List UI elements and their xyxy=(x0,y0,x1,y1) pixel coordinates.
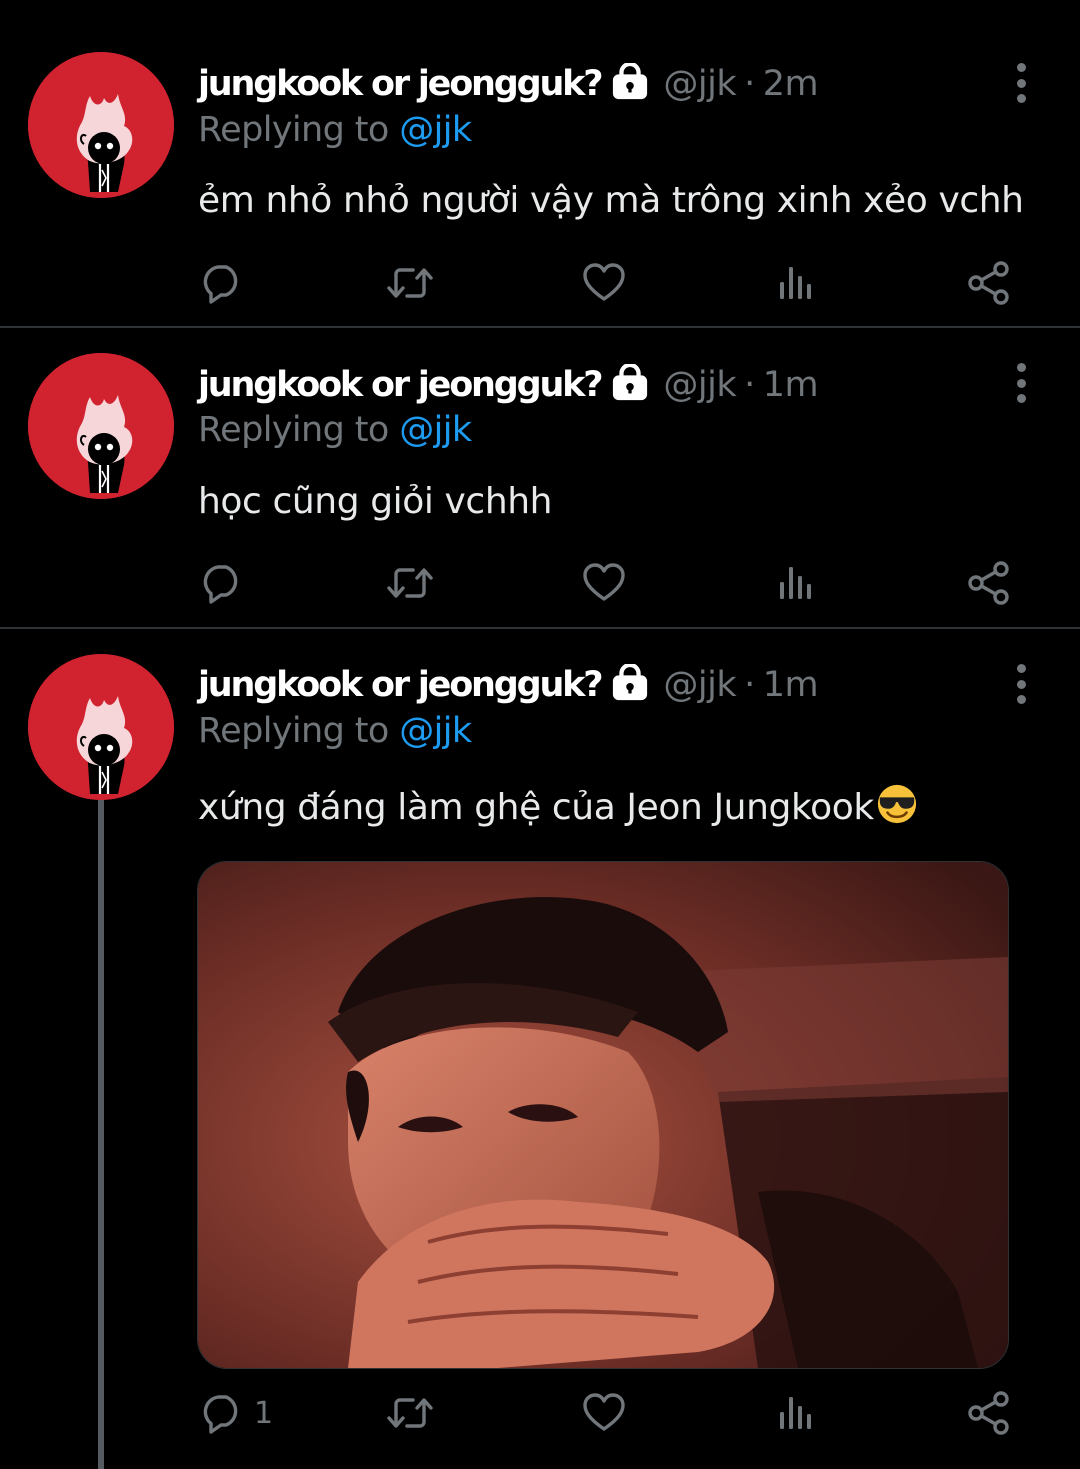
heart-icon xyxy=(582,261,626,305)
share-icon xyxy=(966,560,1012,606)
heart-icon xyxy=(582,561,626,605)
reply-count: 1 xyxy=(254,1395,274,1431)
more-options-icon[interactable] xyxy=(1006,363,1036,403)
action-bar: 1 xyxy=(198,1390,1018,1436)
author-name[interactable]: jungkook or jeongguk? xyxy=(198,365,604,405)
replying-prefix: Replying to xyxy=(198,110,400,150)
views-button[interactable] xyxy=(774,1390,818,1436)
avatar[interactable] xyxy=(28,654,174,800)
lock-icon xyxy=(611,63,649,106)
views-chart-icon xyxy=(774,561,818,605)
reply-button[interactable] xyxy=(200,260,254,306)
action-bar xyxy=(198,560,1018,606)
like-button[interactable] xyxy=(582,560,626,606)
tweet-1[interactable]: jungkook or jeongguk? @jjk · 2m Replying… xyxy=(0,0,1080,328)
tweet-text: xứng đáng làm ghệ của Jeon Jungkook xyxy=(198,783,918,834)
reply-icon xyxy=(200,1391,244,1435)
share-icon xyxy=(966,260,1012,306)
tweet-text-body: xứng đáng làm ghệ của Jeon Jungkook xyxy=(198,787,874,828)
avatar[interactable] xyxy=(28,353,174,499)
replying-to: Replying to @jjk xyxy=(198,410,472,450)
tweet-header: jungkook or jeongguk? @jjk · 1m xyxy=(198,361,819,409)
replying-prefix: Replying to xyxy=(198,410,400,450)
reply-icon xyxy=(200,261,244,305)
views-button[interactable] xyxy=(774,560,818,606)
photo xyxy=(198,862,1008,1368)
share-icon xyxy=(966,1390,1012,1436)
tweet-media-image[interactable] xyxy=(197,861,1009,1369)
author-handle[interactable]: @jjk xyxy=(663,665,736,705)
separator: · xyxy=(744,365,755,405)
timestamp[interactable]: 2m xyxy=(763,64,819,104)
share-button[interactable] xyxy=(966,260,1012,306)
author-name[interactable]: jungkook or jeongguk? xyxy=(198,665,604,705)
retweet-icon xyxy=(386,561,434,605)
lock-icon xyxy=(611,664,649,707)
tweet-header: jungkook or jeongguk? @jjk · 2m xyxy=(198,60,819,108)
reply-button[interactable]: 1 xyxy=(200,1390,273,1436)
mention-link[interactable]: @jjk xyxy=(399,711,472,751)
retweet-button[interactable] xyxy=(386,260,434,306)
timestamp[interactable]: 1m xyxy=(763,665,819,705)
replying-to: Replying to @jjk xyxy=(198,711,472,751)
like-button[interactable] xyxy=(582,1390,626,1436)
tweet-header: jungkook or jeongguk? @jjk · 1m xyxy=(198,661,819,709)
separator: · xyxy=(744,64,755,104)
views-chart-icon xyxy=(774,261,818,305)
tweet-text: ẻm nhỏ nhỏ người vậy mà trông xinh xẻo v… xyxy=(198,180,1024,221)
mention-link[interactable]: @jjk xyxy=(399,410,472,450)
like-button[interactable] xyxy=(582,260,626,306)
action-bar xyxy=(198,260,1018,306)
sunglasses-emoji-icon xyxy=(876,783,918,834)
replying-prefix: Replying to xyxy=(198,711,400,751)
more-options-icon[interactable] xyxy=(1006,63,1036,103)
more-options-icon[interactable] xyxy=(1006,664,1036,704)
views-button[interactable] xyxy=(774,260,818,306)
author-handle[interactable]: @jjk xyxy=(663,64,736,104)
author-name[interactable]: jungkook or jeongguk? xyxy=(198,64,604,104)
share-button[interactable] xyxy=(966,560,1012,606)
share-button[interactable] xyxy=(966,1390,1012,1436)
separator: · xyxy=(744,665,755,705)
retweet-icon xyxy=(386,261,434,305)
lock-icon xyxy=(611,364,649,407)
thread-line xyxy=(98,789,104,1469)
author-handle[interactable]: @jjk xyxy=(663,365,736,405)
retweet-button[interactable] xyxy=(386,1390,434,1436)
heart-icon xyxy=(582,1391,626,1435)
reply-button[interactable] xyxy=(200,560,254,606)
views-chart-icon xyxy=(774,1391,818,1435)
replying-to: Replying to @jjk xyxy=(198,110,472,150)
reply-icon xyxy=(200,561,244,605)
retweet-button[interactable] xyxy=(386,560,434,606)
tweet-2[interactable]: jungkook or jeongguk? @jjk · 1m Replying… xyxy=(0,328,1080,628)
timestamp[interactable]: 1m xyxy=(763,365,819,405)
mention-link[interactable]: @jjk xyxy=(399,110,472,150)
retweet-icon xyxy=(386,1391,434,1435)
tweet-text: học cũng giỏi vchhh xyxy=(198,481,553,522)
avatar[interactable] xyxy=(28,52,174,198)
